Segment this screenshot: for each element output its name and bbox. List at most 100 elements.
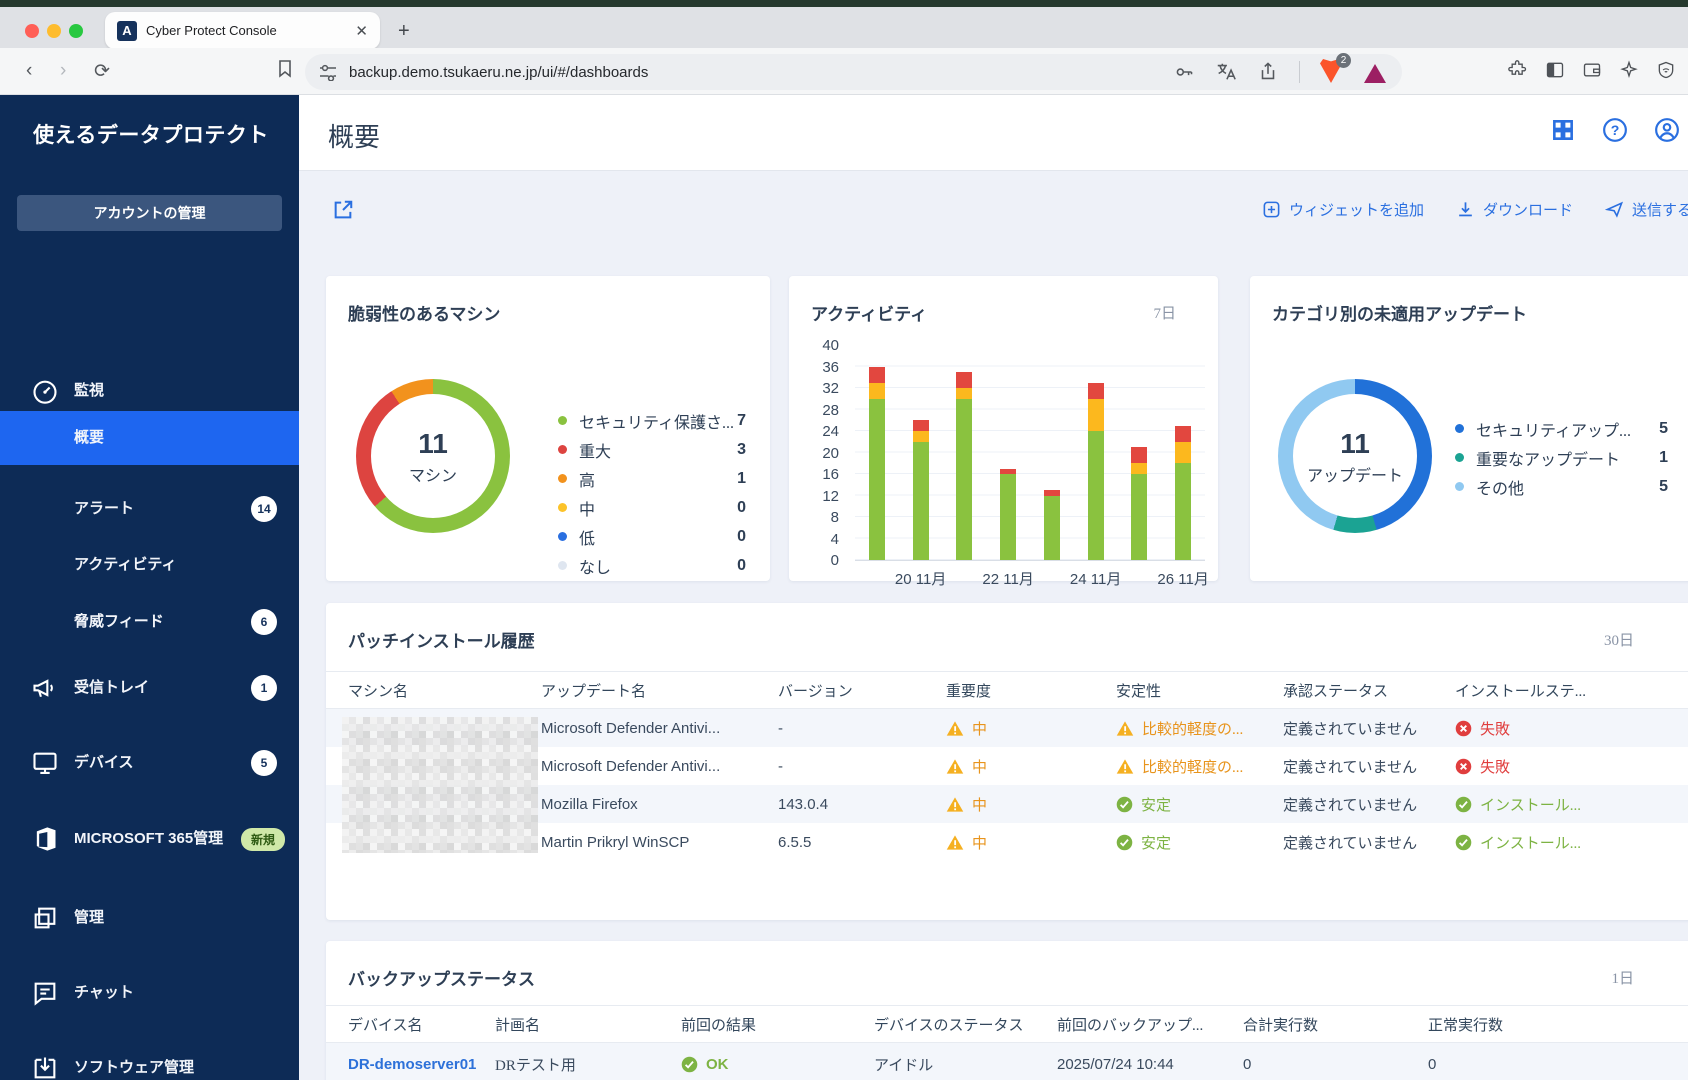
leo-ai-icon[interactable] <box>1619 60 1639 85</box>
account-management-button[interactable]: アカウントの管理 <box>17 195 282 231</box>
success-runs-cell: 0 <box>1428 1056 1614 1073</box>
sidebar-item-1[interactable]: 監視 <box>0 371 299 411</box>
account-user-icon[interactable] <box>1654 117 1680 143</box>
send-button[interactable]: 送信する <box>1605 199 1688 220</box>
legend-label: その他 <box>1476 475 1524 499</box>
legend-label: セキュリティ保護さ... <box>579 409 734 433</box>
url-bar[interactable]: backup.demo.tsukaeru.ne.jp/ui/#/dashboar… <box>305 54 1402 90</box>
password-key-icon[interactable] <box>1173 61 1195 83</box>
desktop-wallpaper-strip <box>0 0 1688 7</box>
vpn-shield-icon[interactable] <box>1656 60 1676 85</box>
stability-cell: 比較的軽度の... <box>1116 718 1283 739</box>
column-header[interactable]: 安定性 <box>1116 680 1283 701</box>
sidebar-item-3[interactable]: アラート14 <box>0 491 299 527</box>
sidebar-item-label: ソフトウェア管理 <box>74 1058 239 1078</box>
backup-status-widget[interactable]: バックアップステータス 1日 デバイス名計画名前回の結果デバイスのステータス前回… <box>326 941 1688 1080</box>
new-tab-button[interactable]: + <box>398 21 410 41</box>
approval-status-cell: 定義されていません <box>1283 718 1455 739</box>
y-axis-tick: 40 <box>822 337 839 354</box>
column-header[interactable]: インストールステ... <box>1455 680 1641 701</box>
activity-bar <box>956 372 972 560</box>
back-icon[interactable]: ‹ <box>26 60 32 82</box>
open-in-new-icon[interactable] <box>332 199 354 226</box>
column-header[interactable]: デバイスのステータス <box>874 1014 1057 1035</box>
count-badge: 5 <box>251 750 277 776</box>
window-close-button[interactable] <box>25 24 39 38</box>
column-header[interactable]: デバイス名 <box>326 1014 495 1035</box>
help-icon[interactable]: ? <box>1602 117 1628 143</box>
tab-close-icon[interactable]: ✕ <box>355 22 368 40</box>
window-zoom-button[interactable] <box>69 24 83 38</box>
y-axis-tick: 4 <box>831 531 839 548</box>
sidebar-item-5[interactable]: 脅威フィード6 <box>0 604 299 640</box>
table-settings-gear-icon[interactable] <box>1641 678 1688 702</box>
column-header[interactable]: マシン名 <box>326 680 541 701</box>
bookmark-icon[interactable] <box>277 60 293 83</box>
missing-updates-widget[interactable]: カテゴリ別の未適用アップデート 11 アップデート セキュリティアップ...5重… <box>1250 276 1688 581</box>
bat-rewards-icon[interactable] <box>1364 62 1388 82</box>
column-header[interactable]: 承認ステータス <box>1283 680 1455 701</box>
backup-table-row[interactable]: DR-demoserver01DRテスト用OKアイドル2025/07/24 10… <box>326 1043 1688 1080</box>
column-header[interactable]: 合計実行数 <box>1243 1014 1428 1035</box>
reload-icon[interactable]: ⟳ <box>94 60 110 83</box>
install-status-cell: インストール... <box>1455 794 1641 815</box>
widget-period: 7日 <box>1153 302 1176 323</box>
squares-icon <box>30 903 60 933</box>
url-text[interactable]: backup.demo.tsukaeru.ne.jp/ui/#/dashboar… <box>349 64 1173 81</box>
patch-history-widget[interactable]: パッチインストール履歴 30日 マシン名アップデート名バージョン重要度安定性承認… <box>326 603 1688 920</box>
brave-shield-icon[interactable]: 2 <box>1320 59 1344 85</box>
sidebar-item-label: アラート <box>74 499 239 519</box>
update-name-cell: Microsoft Defender Antivi... <box>541 758 778 775</box>
legend-label: セキュリティアップ... <box>1476 417 1631 441</box>
column-header[interactable]: 重要度 <box>946 680 1116 701</box>
apps-grid-icon[interactable] <box>1550 117 1576 143</box>
browser-tab[interactable]: A Cyber Protect Console ✕ <box>105 12 380 49</box>
column-header[interactable]: 計画名 <box>495 1014 681 1035</box>
widget-period: 1日 <box>1611 967 1634 988</box>
legend-value: 0 <box>737 528 746 546</box>
sidebar-item-11[interactable]: ソフトウェア管理 <box>0 1050 299 1080</box>
sidebar-item-label: 脅威フィード <box>74 612 239 632</box>
column-header[interactable]: 正常実行数 <box>1428 1014 1614 1035</box>
vulnerable-machines-widget[interactable]: 脆弱性のあるマシン 11 マシン セキュリティ保護さ...7重大3高1中0低0な… <box>326 276 770 581</box>
sidebar-item-7[interactable]: デバイス 5 <box>0 745 299 781</box>
sidebar-item-label: 監視 <box>74 381 239 401</box>
column-header[interactable]: 前回のバックアップ... <box>1057 1014 1243 1035</box>
site-settings-icon[interactable] <box>319 63 337 81</box>
version-cell: - <box>778 720 946 737</box>
sidebar-item-9[interactable]: 管理 <box>0 900 299 936</box>
total-runs-cell: 0 <box>1243 1056 1428 1073</box>
browser-titlebar: A Cyber Protect Console ✕ + <box>0 7 1688 48</box>
sidebar-item-10[interactable]: チャット <box>0 975 299 1011</box>
plan-name-cell: DRテスト用 <box>495 1054 681 1075</box>
activity-widget[interactable]: アクティビティ 7日 0481216202428323640 20 11月22 … <box>789 276 1218 581</box>
sidebar-item-label: MICROSOFT 365管理 <box>74 829 239 849</box>
sidebar-item-6[interactable]: 受信トレイ1 <box>0 670 299 706</box>
y-axis-tick: 12 <box>822 488 839 505</box>
wallet-icon[interactable] <box>1582 60 1602 85</box>
sidebar-panel-icon[interactable] <box>1545 60 1565 85</box>
translate-icon[interactable] <box>1215 61 1237 83</box>
add-widget-button[interactable]: ウィジェットを追加 <box>1262 199 1424 220</box>
share-icon[interactable] <box>1257 61 1279 83</box>
device-name-link[interactable]: DR-demoserver01 <box>326 1056 495 1073</box>
forward-icon[interactable]: › <box>60 60 66 82</box>
vulnerable-legend: セキュリティ保護さ...7重大3高1中0低0なし0 <box>558 406 746 580</box>
legend-label: 重大 <box>579 438 611 462</box>
sidebar-item-label: デバイス <box>74 753 239 773</box>
extensions-puzzle-icon[interactable] <box>1508 60 1528 85</box>
chat-icon <box>30 978 60 1008</box>
package-icon <box>30 1053 60 1080</box>
table-settings-gear-icon[interactable] <box>1614 1012 1688 1036</box>
legend-value: 7 <box>737 412 746 430</box>
plus-square-icon <box>1262 200 1281 219</box>
column-header[interactable]: アップデート名 <box>541 680 778 701</box>
download-button[interactable]: ダウンロード <box>1456 199 1573 220</box>
column-header[interactable]: 前回の結果 <box>681 1014 874 1035</box>
y-axis-tick: 0 <box>831 552 839 569</box>
window-minimize-button[interactable] <box>47 24 61 38</box>
sidebar-item-2[interactable]: 概要 <box>0 411 299 465</box>
column-header[interactable]: バージョン <box>778 680 946 701</box>
sidebar-item-4[interactable]: アクティビティ <box>0 547 299 583</box>
sidebar-item-8[interactable]: MICROSOFT 365管理新規 <box>0 809 299 869</box>
